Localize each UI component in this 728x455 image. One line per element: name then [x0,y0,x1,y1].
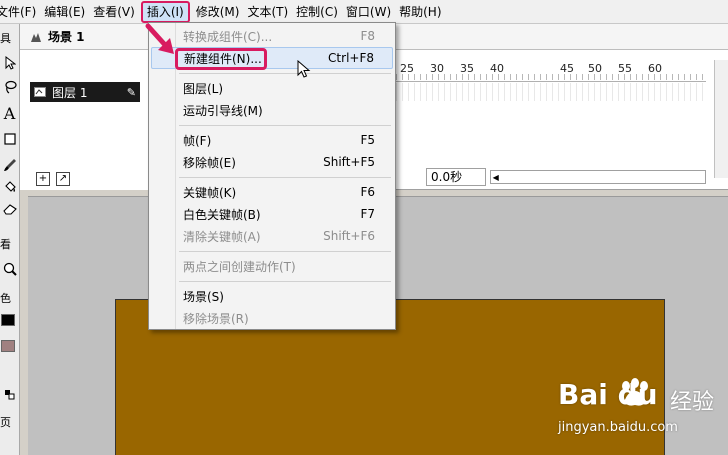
menu-item-frame[interactable]: 帧(F) F5 [151,129,393,151]
menu-item-create-motion-tween: 两点之间创建动作(T) [183,259,296,274]
menu-file[interactable]: 文件(F) [0,1,40,23]
color-section-label: 色 [0,292,11,305]
timeline-status: 0.0秒 ◀ [396,168,706,186]
ruler-number: 45 [560,62,574,75]
menu-separator [179,177,391,178]
ruler-number: 25 [400,62,414,75]
menu-item-layer[interactable]: 图层(L) [151,77,393,99]
insert-menu-dropdown: 转换成组件(C)... F8 新建组件(N)... Ctrl+F8 图层(L) 运动… [148,22,396,330]
ruler-number: 30 [430,62,444,75]
scroll-left-icon[interactable]: ◀ [493,173,499,182]
menu-item-blank-keyframe[interactable]: 白色关键帧(B) F7 [151,203,393,225]
menu-control[interactable]: 控制(C) [292,1,342,23]
baidu-watermark: Bai du 经验 jingyan.baidu.com [558,378,724,438]
layer-icon [34,87,46,97]
highlight-box [175,48,267,70]
watermark-url: jingyan.baidu.com [558,420,678,435]
menu-item-convert-to-symbol: 转换成组件(C)... F8 [183,29,375,44]
watermark-cn: 经验 [670,390,715,415]
menu-text[interactable]: 文本(T) [243,1,292,23]
layer-row[interactable]: 图层 1 ✎ [30,82,140,102]
scene-icon [31,32,41,42]
menu-item-remove-frame[interactable]: 移除帧(E) Shift+F5 [151,151,393,173]
time-readout: 0.0秒 [426,168,486,186]
menu-insert[interactable]: 插入(I) [140,0,190,23]
ruler-number: 35 [460,62,474,75]
lasso-tool-icon[interactable] [0,76,19,98]
frame-cells[interactable] [396,83,706,101]
tools-header-label: 具 [0,32,11,45]
menu-item-remove-scene: 移除场景(R) [183,311,249,326]
ruler-number: 60 [648,62,662,75]
menu-item-clear-keyframe: 清除关键帧(A) Shift+F6 [183,229,375,244]
timeline-vertical-scrollbar[interactable] [714,60,728,178]
menu-separator [179,281,391,282]
menu-separator [179,125,391,126]
paw-icon [622,378,648,406]
add-guide-layer-icon[interactable]: ↗ [56,172,70,186]
ruler-number: 55 [618,62,632,75]
menu-separator [179,73,391,74]
rectangle-tool-icon[interactable] [0,128,19,150]
menu-edit[interactable]: 编辑(E) [40,1,89,23]
scene-label: 场景 1 [48,30,85,44]
menu-item-scene[interactable]: 场景(S) [151,285,393,307]
eraser-tool-icon[interactable] [0,198,19,220]
annotation-arrow-icon [145,23,174,54]
stroke-color-swatch[interactable] [1,314,15,326]
menu-modify[interactable]: 修改(M) [192,1,244,23]
menu-help[interactable]: 帮助(H) [395,1,445,23]
options-section-label: 页 [0,416,11,429]
layer-name: 图层 1 [52,85,88,100]
frame-ruler: 25 30 35 40 45 50 55 60 [396,60,706,82]
menu-separator [179,251,391,252]
layer-pane: 图层 1 ✎ + ↗ [20,50,150,190]
menu-item-keyframe[interactable]: 关键帧(K) F6 [151,181,393,203]
tool-strip: 具 A 看 色 页 [0,24,20,455]
add-layer-icon[interactable]: + [36,172,50,186]
text-tool-icon[interactable]: A [0,102,19,124]
mouse-cursor-icon [297,60,311,78]
timeline-horizontal-scrollbar[interactable]: ◀ [489,170,706,184]
view-section-label: 看 [0,238,11,251]
zoom-tool-icon[interactable] [0,258,19,280]
swap-colors-icon[interactable] [0,384,19,406]
menu-bar: 文件(F) 编辑(E) 查看(V) 插入(I) 修改(M) 文本(T) 控制(C… [0,0,728,24]
menu-item-motion-guide[interactable]: 运动引导线(M) [151,99,393,121]
menu-window[interactable]: 窗口(W) [342,1,395,23]
brush-tool-icon[interactable] [0,154,19,176]
menu-view[interactable]: 查看(V) [89,1,139,23]
paint-bucket-icon[interactable] [0,176,19,198]
arrow-tool-icon[interactable] [0,52,19,74]
ruler-number: 40 [490,62,504,75]
ruler-number: 50 [588,62,602,75]
fill-color-swatch[interactable] [1,340,15,352]
pencil-icon: ✎ [126,85,136,99]
